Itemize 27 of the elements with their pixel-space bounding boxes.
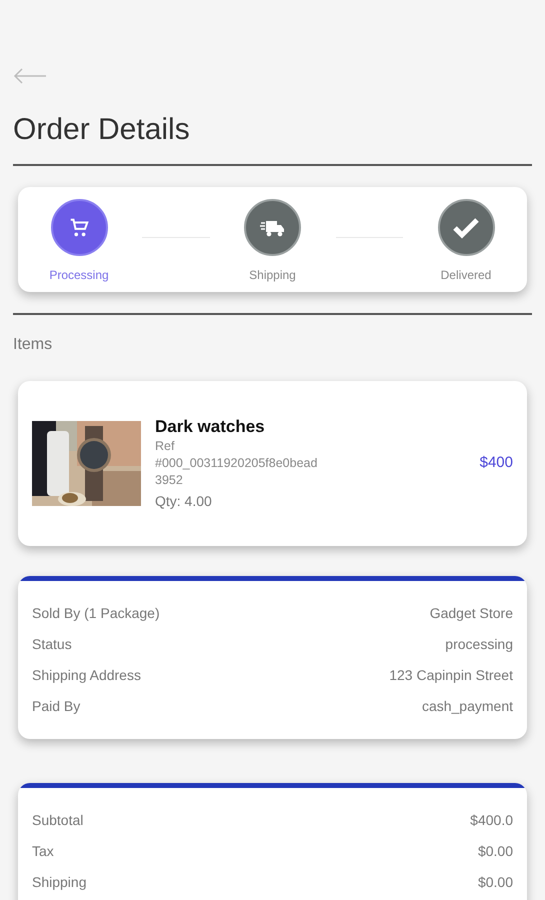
cart-icon: [68, 216, 90, 238]
row-value: $0.00: [478, 842, 513, 861]
product-name: Dark watches: [155, 416, 266, 438]
row-label: Shipping Address: [32, 666, 141, 685]
product-ref: #000_00311920205f8e0bead: [155, 455, 318, 472]
product-price: $400: [480, 453, 513, 474]
row-label: Tax: [32, 842, 54, 861]
step-label: Delivered: [440, 267, 492, 284]
row-value: 123 Capinpin Street: [389, 666, 513, 685]
row-label: Sold By (1 Package): [32, 604, 160, 623]
product-ref: Ref: [155, 438, 176, 455]
step-label: Processing: [49, 267, 109, 284]
row-label: Paid By: [32, 697, 80, 716]
product-ref: 3952: [155, 472, 184, 489]
row-value: processing: [445, 635, 513, 654]
row-value: cash_payment: [422, 697, 513, 716]
row-label: Shipping: [32, 873, 86, 892]
row-label: Subtotal: [32, 811, 84, 830]
page-title: Order Details: [13, 112, 191, 148]
check-icon: [452, 216, 480, 240]
row-value: Gadget Store: [430, 604, 513, 623]
product-qty: Qty: 4.00: [155, 492, 213, 511]
row-value: $0.00: [478, 873, 513, 892]
section-heading: Items: [12, 335, 54, 355]
row-label: Status: [32, 635, 72, 654]
step-label: Shipping: [249, 267, 296, 284]
row-value: $400.0: [470, 811, 513, 830]
